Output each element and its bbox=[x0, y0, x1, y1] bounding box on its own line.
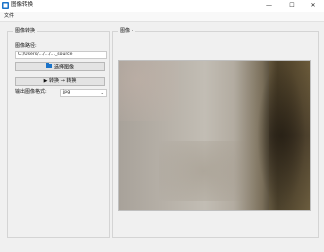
folder-icon bbox=[45, 63, 52, 71]
app-icon bbox=[2, 2, 9, 9]
menu-file[interactable]: 文件 bbox=[4, 13, 14, 20]
format-select[interactable]: jpg ⌄ bbox=[60, 89, 107, 97]
image-texture-1 bbox=[119, 61, 179, 121]
settings-group: 图像转换 图像路径: C:/Users/.../.../..._source 选… bbox=[7, 28, 110, 238]
image-texture-2 bbox=[159, 141, 249, 201]
minimize-button[interactable]: — bbox=[258, 0, 280, 12]
preview-group-title: 图像 · bbox=[118, 28, 136, 35]
path-label: 图像路径: bbox=[15, 43, 37, 49]
format-select-value: jpg bbox=[63, 90, 71, 95]
convert-button[interactable]: ▶ 转换 → 转换 bbox=[15, 77, 105, 86]
preview-image bbox=[118, 60, 311, 211]
image-texture-3 bbox=[269, 61, 310, 210]
browse-button[interactable]: 选择图像 bbox=[15, 62, 105, 71]
settings-group-title: 图像转换 bbox=[13, 28, 38, 35]
menu-bar: 文件 bbox=[0, 12, 324, 22]
chevron-down-icon: ⌄ bbox=[100, 90, 104, 95]
window-title: 图像转换 bbox=[11, 2, 34, 8]
title-bar: 图像转换 — ☐ ✕ bbox=[0, 0, 324, 12]
browse-button-label: 选择图像 bbox=[53, 64, 74, 71]
close-button[interactable]: ✕ bbox=[302, 0, 324, 12]
format-label: 输出图像格式: bbox=[15, 89, 47, 95]
maximize-button[interactable]: ☐ bbox=[281, 0, 303, 12]
convert-button-label: ▶ 转换 → 转换 bbox=[43, 78, 77, 84]
path-field[interactable]: C:/Users/.../.../..._source bbox=[15, 51, 107, 59]
